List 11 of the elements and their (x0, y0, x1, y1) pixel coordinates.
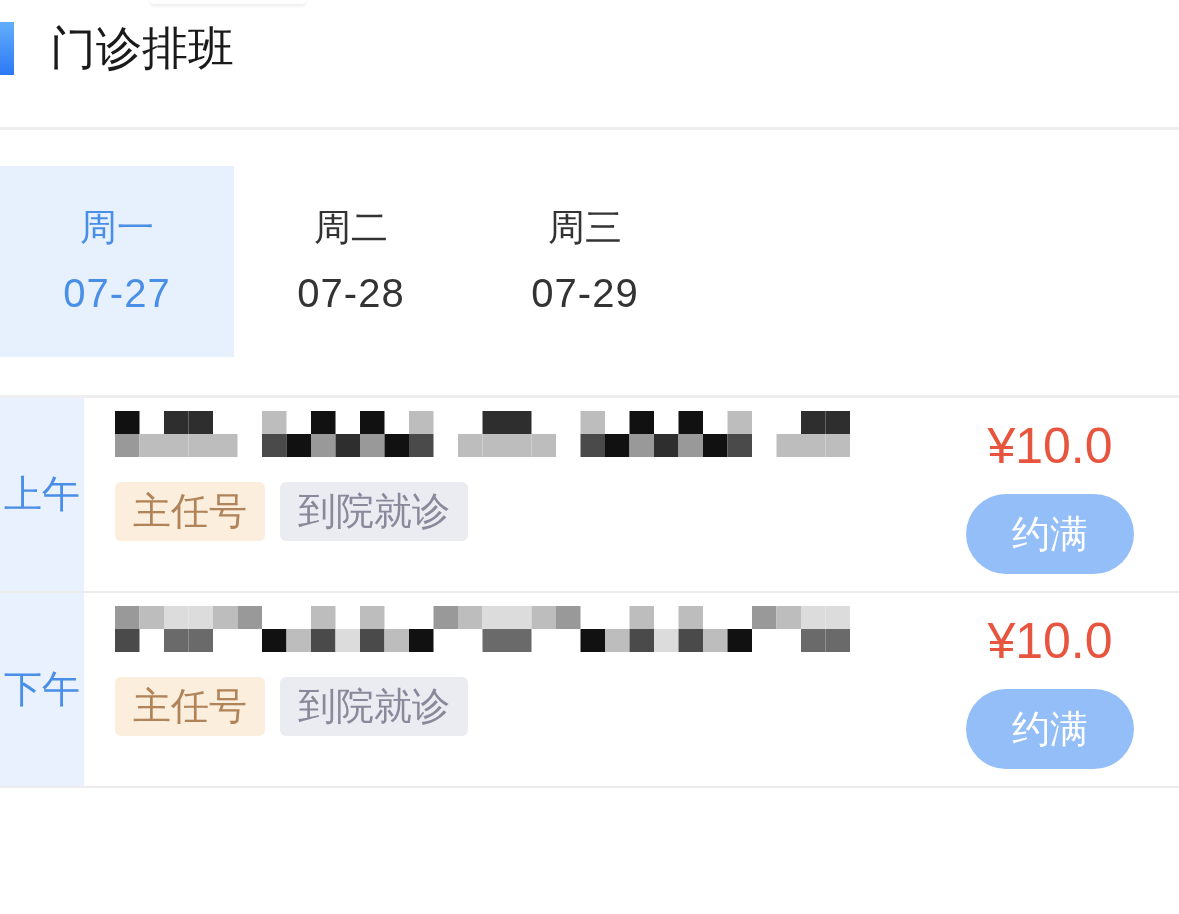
doctor-level-tag: 主任号 (115, 482, 265, 541)
doctor-level-tag: 主任号 (115, 677, 265, 736)
period-label: 上午 (0, 398, 84, 591)
title-accent-bar (0, 22, 14, 75)
page-title: 门诊排班 (50, 20, 234, 76)
day-tab[interactable]: 周一 07-27 (0, 166, 234, 357)
visit-type-tag: 到院就诊 (280, 482, 468, 541)
price-text: ¥10.0 (987, 612, 1113, 671)
visit-type-tag: 到院就诊 (280, 677, 468, 736)
price-text: ¥10.0 (987, 417, 1113, 476)
period-label: 下午 (0, 593, 84, 786)
